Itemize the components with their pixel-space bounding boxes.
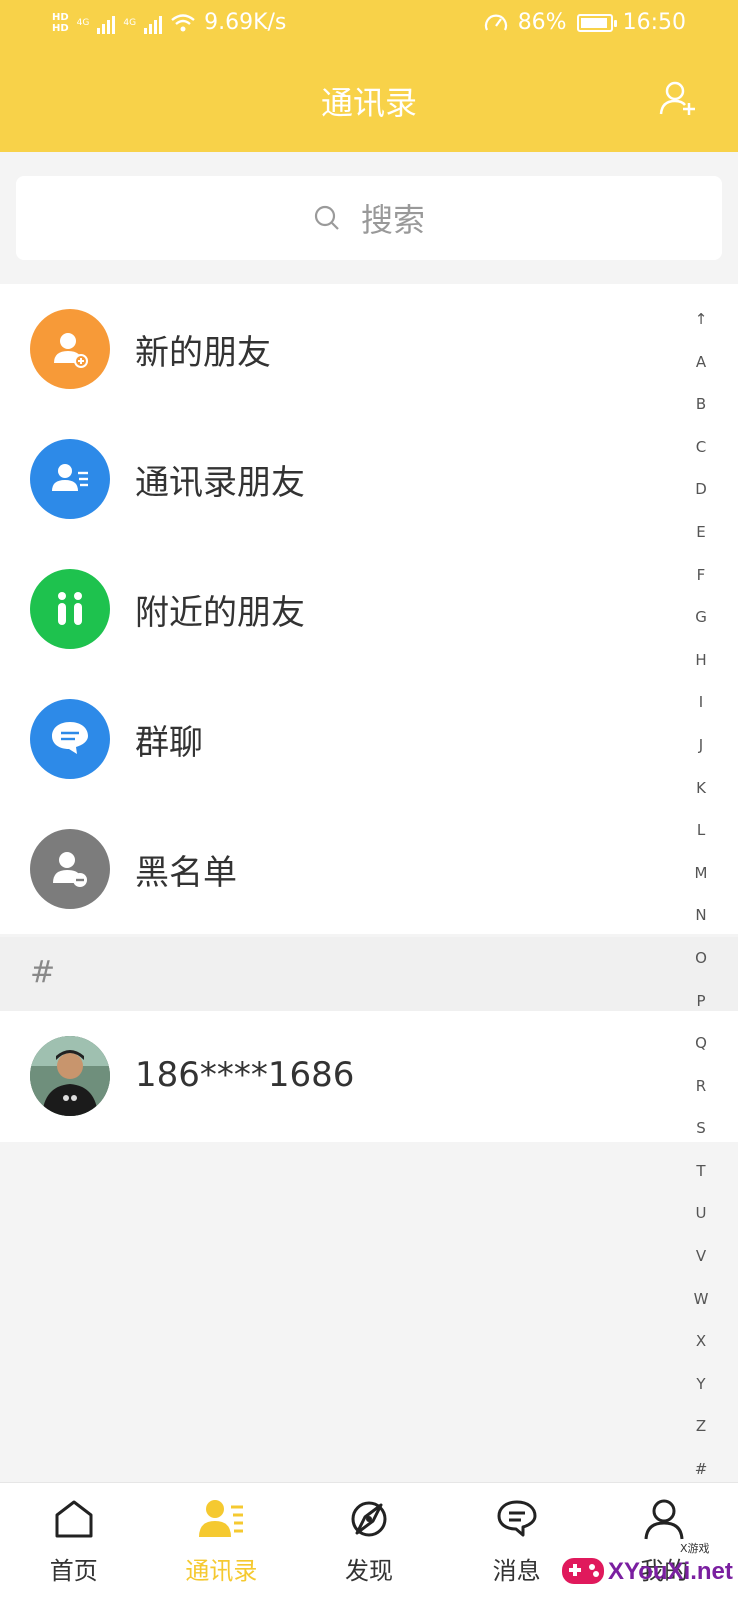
tab-discover[interactable]: 发现: [295, 1483, 443, 1600]
watermark-text: XYouXi.net: [608, 1558, 733, 1585]
menu-item-contact-friends[interactable]: 通讯录朋友: [0, 414, 738, 544]
index-letter[interactable]: Z: [696, 1405, 706, 1448]
menu-item-label: 黑名单: [135, 852, 237, 893]
index-letter[interactable]: H: [695, 639, 706, 682]
tab-contacts[interactable]: 通讯录: [148, 1483, 296, 1600]
contacts-icon: [199, 1500, 244, 1537]
index-letter[interactable]: G: [695, 596, 707, 639]
menu-item-label: 群聊: [135, 722, 203, 763]
search-icon: [314, 205, 339, 230]
add-friend-icon[interactable]: [658, 78, 698, 118]
signal-icon: [144, 12, 163, 34]
hd-indicator: HD: [52, 22, 69, 34]
page-title: 通讯录: [320, 84, 417, 122]
search-input[interactable]: 搜索: [16, 176, 722, 260]
tab-label: 通讯录: [185, 1557, 258, 1585]
menu-item-blacklist[interactable]: 黑名单: [0, 804, 738, 934]
hd-indicator: HD: [52, 11, 69, 23]
gamepad-logo-icon: [562, 1558, 604, 1584]
alphabet-index[interactable]: ↑ A B C D E F G H I J K L M N O P Q R S T U V W X Y Z #: [688, 298, 714, 1491]
tab-home[interactable]: 首页: [0, 1483, 148, 1600]
index-letter[interactable]: S: [696, 1107, 706, 1150]
section-letter: #: [30, 955, 56, 990]
index-letter[interactable]: P: [696, 980, 705, 1023]
index-letter[interactable]: O: [695, 937, 707, 980]
tab-label: 首页: [49, 1557, 98, 1585]
avatar: [30, 1036, 110, 1116]
group-chat-icon: [30, 699, 110, 779]
network-type: 4G: [123, 17, 137, 28]
menu-item-label: 新的朋友: [135, 332, 271, 373]
add-user-icon: [30, 309, 110, 389]
network-type: 4G: [76, 17, 90, 28]
watermark-small-text: X游戏: [680, 1542, 710, 1555]
menu-item-new-friends[interactable]: 新的朋友: [0, 284, 738, 414]
index-letter[interactable]: B: [696, 383, 706, 426]
network-speed: 9.69K/s: [204, 10, 287, 35]
speedometer-icon: [484, 14, 507, 30]
index-letter[interactable]: E: [696, 511, 705, 554]
message-icon: [497, 1500, 537, 1537]
index-letter[interactable]: J: [699, 724, 703, 767]
index-letter[interactable]: T: [696, 1150, 705, 1193]
index-letter[interactable]: ↑: [695, 298, 708, 341]
site-watermark: X游戏 XYouXi.net: [558, 1538, 733, 1596]
index-letter[interactable]: M: [695, 852, 708, 895]
section-header: #: [0, 937, 738, 1011]
index-letter[interactable]: N: [695, 894, 706, 937]
index-letter[interactable]: I: [699, 681, 703, 724]
index-letter[interactable]: V: [696, 1235, 706, 1278]
menu-item-group-chat[interactable]: 群聊: [0, 674, 738, 804]
signal-icon: [97, 12, 116, 34]
menu-item-label: 通讯录朋友: [135, 462, 305, 503]
index-letter[interactable]: F: [697, 554, 706, 597]
index-letter[interactable]: L: [697, 809, 705, 852]
status-bar: HD HD 4G 4G 9.69K/s 86% 16:50: [0, 0, 738, 52]
index-letter[interactable]: Q: [695, 1022, 707, 1065]
index-letter[interactable]: Y: [696, 1363, 705, 1406]
index-letter[interactable]: D: [695, 468, 707, 511]
index-letter[interactable]: X: [696, 1320, 706, 1363]
wifi-icon: [171, 13, 195, 31]
contact-menu-list: 新的朋友 通讯录朋友 附近的朋友 群聊 黑名单: [0, 284, 738, 934]
contact-row[interactable]: 186****1686: [0, 1011, 738, 1142]
menu-item-label: 附近的朋友: [135, 592, 305, 633]
clock: 16:50: [622, 10, 686, 35]
tab-label: 发现: [344, 1557, 393, 1585]
remove-user-icon: [30, 829, 110, 909]
index-letter[interactable]: U: [696, 1192, 707, 1235]
index-letter[interactable]: C: [696, 426, 706, 469]
index-letter[interactable]: A: [696, 341, 706, 384]
header-bar: HD HD 4G 4G 9.69K/s 86% 16:50 通讯录: [0, 0, 738, 152]
discover-icon: [351, 1501, 387, 1537]
index-letter[interactable]: K: [696, 767, 706, 810]
battery-percent: 86%: [517, 10, 567, 35]
profile-icon: [644, 1499, 684, 1540]
index-letter[interactable]: W: [694, 1278, 709, 1321]
home-icon: [55, 1500, 93, 1538]
search-placeholder: 搜索: [360, 201, 425, 239]
index-letter[interactable]: R: [696, 1065, 706, 1108]
menu-item-nearby-friends[interactable]: 附近的朋友: [0, 544, 738, 674]
contact-card-icon: [30, 439, 110, 519]
tab-label: 消息: [492, 1557, 541, 1585]
contact-name: 186****1686: [135, 1055, 355, 1095]
nearby-people-icon: [30, 569, 110, 649]
battery-icon: [576, 13, 617, 32]
